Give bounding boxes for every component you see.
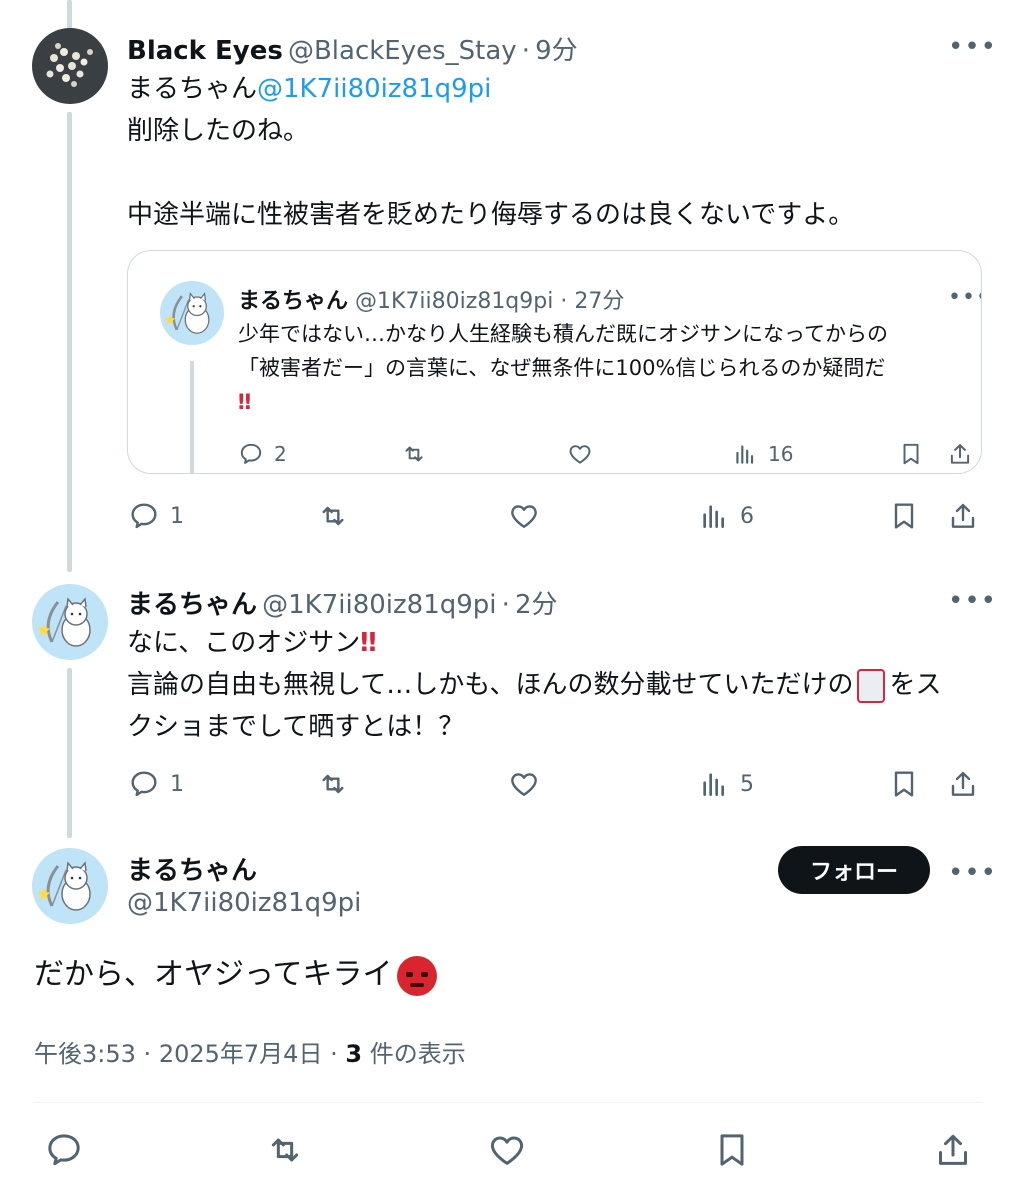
- avatar-flower-icon: [32, 28, 108, 104]
- author-handle[interactable]: @BlackEyes_Stay: [288, 36, 517, 66]
- mention-link[interactable]: @1K7ii80iz81q9pi: [257, 74, 491, 104]
- share-icon: [946, 500, 980, 532]
- thread-line: [67, 668, 72, 838]
- bookmark-button[interactable]: [888, 500, 920, 532]
- views-button[interactable]: 5: [698, 768, 754, 800]
- mention-name: まるちゃん: [127, 74, 258, 104]
- reply-button[interactable]: 1: [128, 500, 184, 532]
- like-icon: [507, 768, 541, 800]
- retweet-button[interactable]: [264, 1130, 306, 1170]
- reply-button[interactable]: 1: [128, 768, 184, 800]
- share-icon: [946, 768, 980, 800]
- views-icon: [732, 441, 758, 467]
- like-icon: [507, 500, 541, 532]
- avatar[interactable]: [32, 848, 108, 924]
- avatar-cat-icon: [160, 281, 224, 345]
- avatar[interactable]: [32, 28, 108, 104]
- author-name[interactable]: まるちゃん: [127, 590, 257, 620]
- share-icon: [932, 1130, 974, 1170]
- like-button[interactable]: [507, 768, 541, 800]
- views-icon: [698, 500, 730, 532]
- quote-time[interactable]: 27分: [574, 289, 624, 314]
- reply-icon: [128, 500, 160, 532]
- share-button[interactable]: [946, 768, 980, 800]
- follow-button[interactable]: フォロー: [778, 846, 930, 894]
- share-icon: [946, 441, 974, 467]
- like-button[interactable]: [486, 1130, 528, 1170]
- quote-thread-line: [190, 361, 194, 473]
- bookmark-icon: [712, 1130, 752, 1170]
- author-name[interactable]: Black Eyes: [127, 36, 283, 66]
- bookmark-icon: [898, 441, 924, 467]
- quote-reply-button[interactable]: 2: [238, 441, 287, 467]
- avatar[interactable]: [32, 584, 108, 660]
- bookmark-icon: [888, 768, 920, 800]
- author-handle[interactable]: @1K7ii80iz81q9pi: [127, 888, 361, 918]
- share-button[interactable]: [946, 500, 980, 532]
- author-handle[interactable]: @1K7ii80iz81q9pi: [262, 590, 496, 620]
- sign-emoji-icon: [857, 668, 886, 703]
- more-icon[interactable]: •••: [948, 32, 997, 62]
- angry-face-icon: [396, 955, 437, 996]
- reply-button[interactable]: [44, 1130, 84, 1170]
- retweet-button[interactable]: [316, 500, 350, 532]
- tweet-line: 削除したのね。: [127, 116, 310, 146]
- like-icon: [486, 1130, 528, 1170]
- tweet-time[interactable]: 2分: [515, 590, 558, 620]
- quote-views-button[interactable]: 16: [732, 441, 793, 467]
- more-icon[interactable]: •••: [948, 858, 997, 888]
- thread-line: [67, 0, 72, 30]
- quoted-tweet[interactable]: まるちゃん @1K7ii80iz81q9pi · 27分 ••• 少年ではない……: [127, 250, 982, 474]
- tweet-text: なに、このオジサン‼ 言論の自由も無視して…しかも、ほんの数分載せていただけのを…: [127, 628, 942, 742]
- bookmark-button[interactable]: [712, 1130, 752, 1170]
- quote-share-button[interactable]: [946, 441, 974, 467]
- retweet-button[interactable]: [316, 768, 350, 800]
- views-button[interactable]: 6: [698, 500, 754, 532]
- retweet-icon: [400, 441, 428, 467]
- quote-text: 少年ではない…かなり人生経験も積んだ既にオジサンになってからの 「被害者だー」の…: [238, 322, 888, 414]
- more-icon[interactable]: •••: [948, 285, 981, 310]
- quote-retweet-button[interactable]: [400, 441, 428, 467]
- tweet-header: まるちゃん @1K7ii80iz81q9pi · 2分: [127, 590, 558, 620]
- like-button[interactable]: [507, 500, 541, 532]
- thread-line: [67, 112, 72, 572]
- share-button[interactable]: [932, 1130, 974, 1170]
- quote-header: まるちゃん @1K7ii80iz81q9pi · 27分: [238, 289, 625, 314]
- retweet-icon: [316, 768, 350, 800]
- tweet-line: 中途半端に性被害者を貶めたり侮辱するのは良くないですよ。: [127, 200, 855, 230]
- bookmark-button[interactable]: [888, 768, 920, 800]
- quote-avatar[interactable]: [160, 281, 224, 345]
- divider: [34, 1102, 982, 1103]
- like-icon: [566, 441, 594, 467]
- quote-bookmark-button[interactable]: [898, 441, 924, 467]
- retweet-icon: [264, 1130, 306, 1170]
- reply-icon: [238, 441, 264, 467]
- avatar-cat-icon: [32, 848, 108, 924]
- bookmark-icon: [888, 500, 920, 532]
- avatar-cat-icon: [32, 584, 108, 660]
- quote-author-handle[interactable]: @1K7ii80iz81q9pi: [355, 289, 553, 314]
- quote-like-button[interactable]: [566, 441, 594, 467]
- quote-author-name[interactable]: まるちゃん: [238, 289, 348, 314]
- reply-icon: [44, 1130, 84, 1170]
- views-icon: [698, 768, 730, 800]
- tweet-timestamp: 午後3:53 · 2025年7月4日 · 3 件の表示: [34, 1040, 466, 1068]
- tweet-text: まるちゃん@1K7ii80iz81q9pi 削除したのね。 中途半端に性被害者を…: [127, 68, 854, 236]
- tweet-time[interactable]: 9分: [535, 36, 578, 66]
- reply-icon: [128, 768, 160, 800]
- tweet-header: Black Eyes @BlackEyes_Stay · 9分: [127, 36, 578, 66]
- author-name[interactable]: まるちゃん: [127, 850, 257, 887]
- tweet-text: だから、オヤジってキライ: [34, 952, 437, 998]
- retweet-icon: [316, 500, 350, 532]
- more-icon[interactable]: •••: [948, 586, 997, 616]
